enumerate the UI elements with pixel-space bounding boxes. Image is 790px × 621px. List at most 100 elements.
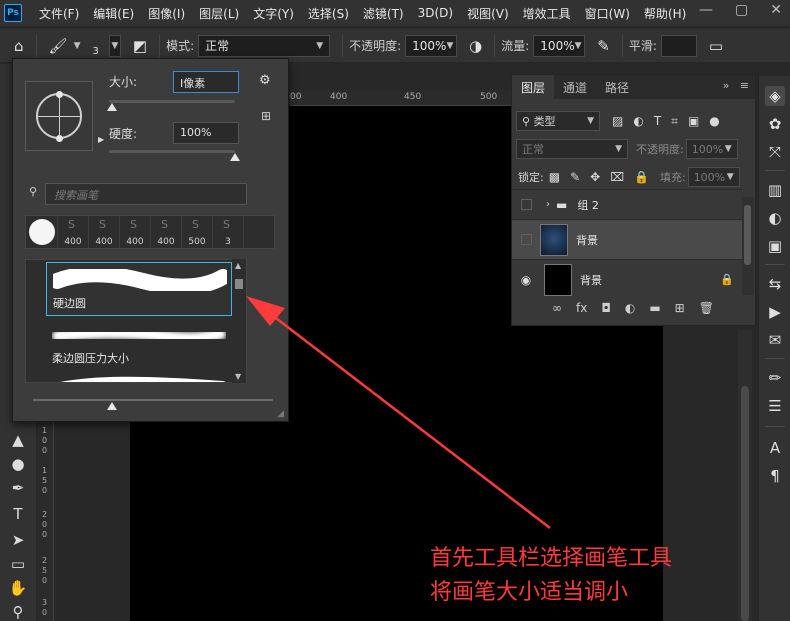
filter-toggle-icon[interactable]: ●: [709, 114, 719, 128]
recent-brush[interactable]: S 500: [182, 216, 213, 248]
new-layer-icon[interactable]: ⊞: [675, 301, 685, 315]
gear-icon[interactable]: ⚙: [259, 73, 271, 88]
flow-input[interactable]: 100% ▼: [533, 34, 586, 57]
layers-scrollbar[interactable]: [742, 197, 754, 295]
close-icon[interactable]: ✕: [770, 2, 782, 18]
zoom-tool-icon[interactable]: ⚲: [8, 602, 28, 621]
mode-select[interactable]: 正常 ▼: [198, 34, 331, 57]
home-icon[interactable]: ⌂: [8, 37, 30, 55]
chevron-down-icon[interactable]: ▼: [74, 41, 81, 51]
menu-help[interactable]: 帮助(H): [637, 5, 693, 22]
brush-picker-toggle[interactable]: ▼: [108, 34, 121, 57]
path-selection-tool-icon[interactable]: ➤: [8, 530, 28, 550]
tab-channels[interactable]: 通道: [554, 75, 596, 99]
brush-settings-panel-icon[interactable]: ✏: [765, 368, 785, 388]
channels-panel-icon[interactable]: ✿: [765, 114, 785, 134]
tab-paths[interactable]: 路径: [596, 75, 638, 99]
libraries-panel-icon[interactable]: ▣: [765, 236, 785, 256]
preview-size-slider-track[interactable]: [33, 399, 273, 401]
menu-view[interactable]: 视图(V): [460, 5, 516, 22]
filter-type-icon[interactable]: T: [654, 114, 661, 128]
panel-menu-icon[interactable]: » ≡: [723, 79, 749, 92]
menu-image[interactable]: 图像(I): [141, 5, 192, 22]
layer-style-icon[interactable]: fx: [576, 301, 587, 315]
airbrush-icon[interactable]: ✎: [591, 37, 616, 55]
menu-plugins[interactable]: 增效工具: [516, 5, 578, 22]
character-panel-icon[interactable]: A: [765, 438, 785, 458]
brush-size-readout[interactable]: 3: [93, 46, 99, 57]
brush-tool-icon[interactable]: 🖌: [43, 37, 74, 55]
link-layers-icon[interactable]: ∞: [552, 301, 562, 315]
filter-smart-object-icon[interactable]: ▣: [688, 114, 699, 128]
menu-3d[interactable]: 3D(D): [411, 6, 460, 20]
actions-panel-icon[interactable]: ▶: [765, 302, 785, 322]
hardness-input[interactable]: 100%: [173, 122, 239, 144]
layer-opacity-input[interactable]: 100% ▼: [685, 139, 738, 159]
menu-type[interactable]: 文字(Y): [246, 5, 301, 22]
hardness-slider-thumb[interactable]: [230, 153, 240, 161]
opacity-input[interactable]: 100% ▼: [405, 34, 458, 57]
transform-panel-icon[interactable]: ⇆: [765, 274, 785, 294]
canvas-scrollbar[interactable]: [738, 330, 752, 621]
chevron-right-icon[interactable]: ›: [546, 199, 550, 210]
layer-row-background[interactable]: ◉ 背景 🔒: [512, 259, 742, 299]
type-tool-icon[interactable]: T: [8, 504, 28, 524]
sharpen-tool-icon[interactable]: ▲: [8, 430, 28, 450]
pen-tool-icon[interactable]: ✒: [8, 478, 28, 498]
recent-brush[interactable]: S 400: [58, 216, 89, 248]
layer-row-group[interactable]: › ▬ 组 2: [512, 189, 742, 219]
layer-row-selected[interactable]: 背景: [512, 219, 742, 259]
lock-all-icon[interactable]: 🔒: [634, 170, 649, 184]
lock-position-icon[interactable]: ✥: [590, 170, 600, 184]
visibility-toggle[interactable]: [521, 234, 532, 245]
preview-size-slider-thumb[interactable]: [107, 402, 117, 410]
menu-filter[interactable]: 滤镜(T): [356, 5, 411, 22]
recent-brush[interactable]: S 400: [120, 216, 151, 248]
visibility-toggle[interactable]: [521, 199, 532, 210]
menu-window[interactable]: 窗口(W): [578, 5, 637, 22]
brush-preset-partial[interactable]: [46, 370, 232, 382]
paths-panel-icon[interactable]: ⤧: [765, 142, 785, 162]
blend-mode-select[interactable]: 正常 ▼: [516, 139, 628, 159]
resize-grip-icon[interactable]: ◢: [277, 409, 284, 419]
hardness-slider-track[interactable]: [109, 150, 235, 153]
recent-brush[interactable]: S3: [213, 216, 244, 248]
minimize-icon[interactable]: —: [699, 2, 713, 18]
brushes-panel-icon[interactable]: ☰: [765, 396, 785, 416]
smoothing-options-icon[interactable]: ▭: [703, 37, 729, 55]
fill-input[interactable]: 100% ▼: [687, 167, 740, 187]
pressure-opacity-icon[interactable]: ◑: [463, 37, 488, 55]
lock-image-icon[interactable]: ✎: [570, 170, 580, 184]
filter-pixel-icon[interactable]: ▨: [612, 114, 623, 128]
maximize-icon[interactable]: ▢: [735, 2, 748, 18]
adjustments-panel-icon[interactable]: ▥: [765, 180, 785, 200]
add-mask-icon[interactable]: ◘: [601, 301, 611, 315]
lock-transparent-icon[interactable]: ▩: [549, 170, 560, 184]
layers-panel-icon[interactable]: ◈: [765, 86, 785, 106]
filter-adjustment-icon[interactable]: ◐: [633, 114, 643, 128]
recent-brush[interactable]: S 400: [151, 216, 182, 248]
brush-list-scrollbar[interactable]: ▲ ▼: [232, 259, 246, 383]
tab-layers[interactable]: 图层: [512, 75, 555, 99]
new-preset-icon[interactable]: ⊞: [261, 109, 271, 123]
menu-layer[interactable]: 图层(L): [192, 5, 246, 22]
brush-preset-hard-round[interactable]: 硬边圆: [46, 262, 232, 316]
scrollbar-thumb[interactable]: [744, 205, 751, 265]
chevron-up-icon[interactable]: ▲: [235, 261, 241, 270]
adjustment-layer-icon[interactable]: ◐: [625, 301, 635, 315]
roundness-handle[interactable]: [56, 135, 63, 142]
new-group-icon[interactable]: ▬: [649, 301, 660, 315]
comments-panel-icon[interactable]: ✉: [765, 330, 785, 350]
brush-tip-preview[interactable]: ▶: [25, 81, 104, 151]
delete-layer-icon[interactable]: 🗑: [699, 301, 714, 315]
recent-brush[interactable]: [26, 216, 58, 248]
scrollbar-thumb[interactable]: [235, 279, 243, 289]
brush-settings-icon[interactable]: ◩: [127, 37, 153, 55]
hand-tool-icon[interactable]: ✋: [8, 578, 28, 598]
lock-artboard-icon[interactable]: ⌧: [610, 170, 624, 184]
rectangle-tool-icon[interactable]: ▭: [8, 554, 28, 574]
brush-preset-soft-round-pressure[interactable]: 柔边圆压力大小: [46, 318, 232, 372]
size-slider-track[interactable]: [109, 100, 235, 103]
size-input[interactable]: Ⅰ像素: [173, 71, 239, 93]
scrollbar-thumb[interactable]: [741, 386, 749, 621]
